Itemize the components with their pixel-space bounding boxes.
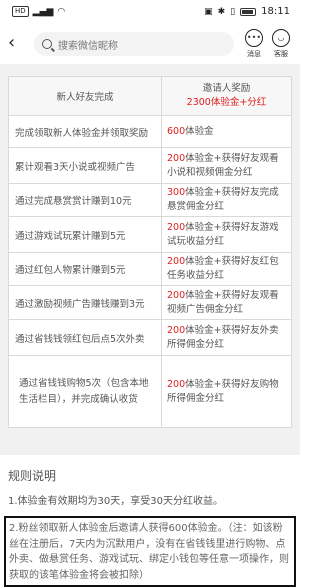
search-placeholder: 搜索微信昵称 <box>58 40 118 52</box>
task-cell: 通过游戏试玩累计赚到5元 <box>9 217 162 252</box>
hd-badge: HD <box>12 6 29 17</box>
task-cell: 通过完成悬赏赏计赚到10元 <box>9 184 162 216</box>
status-right: ▣ ✱ ▯ 18:11 <box>204 6 290 17</box>
bluetooth-icon: ✱ <box>217 6 226 17</box>
header-reward-total: 2300体验金+分红 <box>186 97 267 108</box>
back-arrow-icon[interactable]: ‹ <box>8 33 26 53</box>
table-header-row: 新人好友完成 邀请人奖励 2300体验金+分红 <box>9 77 291 115</box>
table-row: 通过省钱钱购物5次（包含本地生活栏目），并完成确认收货 200体验金+获得好友购… <box>9 355 291 427</box>
table-row: 通过完成悬赏赏计赚到10元 300体验金+获得好友完成悬赏佣金分红 <box>9 183 291 216</box>
reward-cell: 200体验金+获得好友购物所得佣金分红 <box>162 356 291 427</box>
signal-icon: ▂▄▆ <box>32 6 54 17</box>
reward-amount: 200 <box>167 324 186 336</box>
vibrate-icon: ▯ <box>230 6 236 17</box>
reward-cell: 200体验金+获得好友红包任务收益分红 <box>162 253 291 285</box>
top-header: ‹ 搜索微信昵称 ••• 消息 ◡ 客服 <box>0 24 300 64</box>
table-row: 通过激励视频广告赚钱赚到3元 200体验金+获得好友观看视频广告佣金分红 <box>9 285 291 319</box>
message-label: 消息 <box>247 50 261 58</box>
task-cell: 完成领取新人体验金并领取奖励 <box>9 116 162 147</box>
reward-amount: 200 <box>167 256 186 267</box>
header-reward-column: 邀请人奖励 2300体验金+分红 <box>162 77 291 115</box>
table-row: 通过红包人物累计赚到5元 200体验金+获得好友红包任务收益分红 <box>9 252 291 285</box>
task-cell: 通过激励视频广告赚钱赚到3元 <box>9 286 162 319</box>
battery-icon <box>240 7 257 16</box>
message-button[interactable]: ••• 消息 <box>243 29 265 59</box>
reward-cell: 200体验金+获得好友外卖所得佣金分红 <box>162 320 291 355</box>
task-cell: 通过红包人物累计赚到5元 <box>9 253 162 285</box>
task-cell: 累计观看3天小说或视频广告 <box>9 148 162 183</box>
task-cell: 通过省钱钱购物5次（包含本地生活栏目），并完成确认收货 <box>9 356 162 427</box>
reward-cell: 200体验金+获得好友观看小说和视频佣金分红 <box>162 148 291 183</box>
reward-cell: 300体验金+获得好友完成悬赏佣金分红 <box>162 184 291 216</box>
service-label: 客服 <box>274 50 288 58</box>
wifi-icon: ◠ <box>57 6 66 17</box>
nfc-icon: ▣ <box>204 6 213 17</box>
status-time: 18:11 <box>261 6 290 17</box>
reward-amount: 600 <box>167 125 186 137</box>
rule-item-2: 2.粉丝领取新人体验金后邀请人获得600体验金。（注：如该粉丝在注册后，7天内为… <box>4 516 296 587</box>
task-cell: 通过省钱钱领红包后点5次外卖 <box>9 320 162 355</box>
header-reward-title: 邀请人奖励 <box>202 83 251 94</box>
reward-amount: 200 <box>167 152 186 164</box>
search-icon <box>42 39 52 49</box>
rule-item-1: 1.体验金有效期均为30天，享受30天分红收益。 <box>8 496 223 507</box>
reward-cell: 200体验金+获得好友游戏试玩收益分红 <box>162 217 291 252</box>
reward-amount: 200 <box>167 289 186 301</box>
table-row: 完成领取新人体验金并领取奖励 600体验金 <box>9 115 291 147</box>
rules-title: 规则说明 <box>8 469 57 483</box>
reward-table: 新人好友完成 邀请人奖励 2300体验金+分红 完成领取新人体验金并领取奖励 6… <box>8 76 292 428</box>
service-button[interactable]: ◡ 客服 <box>270 29 292 59</box>
reward-cell: 200体验金+获得好友观看视频广告佣金分红 <box>162 286 291 319</box>
reward-amount: 300 <box>167 187 186 198</box>
reward-text: 体验金 <box>185 125 214 137</box>
message-icon: ••• <box>245 29 263 47</box>
headset-icon: ◡ <box>272 29 290 47</box>
status-left: HD ▂▄▆ ◠ <box>12 6 65 17</box>
reward-amount: 200 <box>167 378 186 390</box>
search-bar[interactable]: 搜索微信昵称 <box>34 32 234 56</box>
table-row: 通过省钱钱领红包后点5次外卖 200体验金+获得好友外卖所得佣金分红 <box>9 319 291 355</box>
reward-cell: 600体验金 <box>162 116 291 147</box>
header-task-column: 新人好友完成 <box>9 77 162 115</box>
reward-amount: 200 <box>167 221 186 233</box>
table-row: 累计观看3天小说或视频广告 200体验金+获得好友观看小说和视频佣金分红 <box>9 147 291 183</box>
status-bar: HD ▂▄▆ ◠ ▣ ✱ ▯ 18:11 <box>0 0 300 24</box>
table-row: 通过游戏试玩累计赚到5元 200体验金+获得好友游戏试玩收益分红 <box>9 216 291 252</box>
